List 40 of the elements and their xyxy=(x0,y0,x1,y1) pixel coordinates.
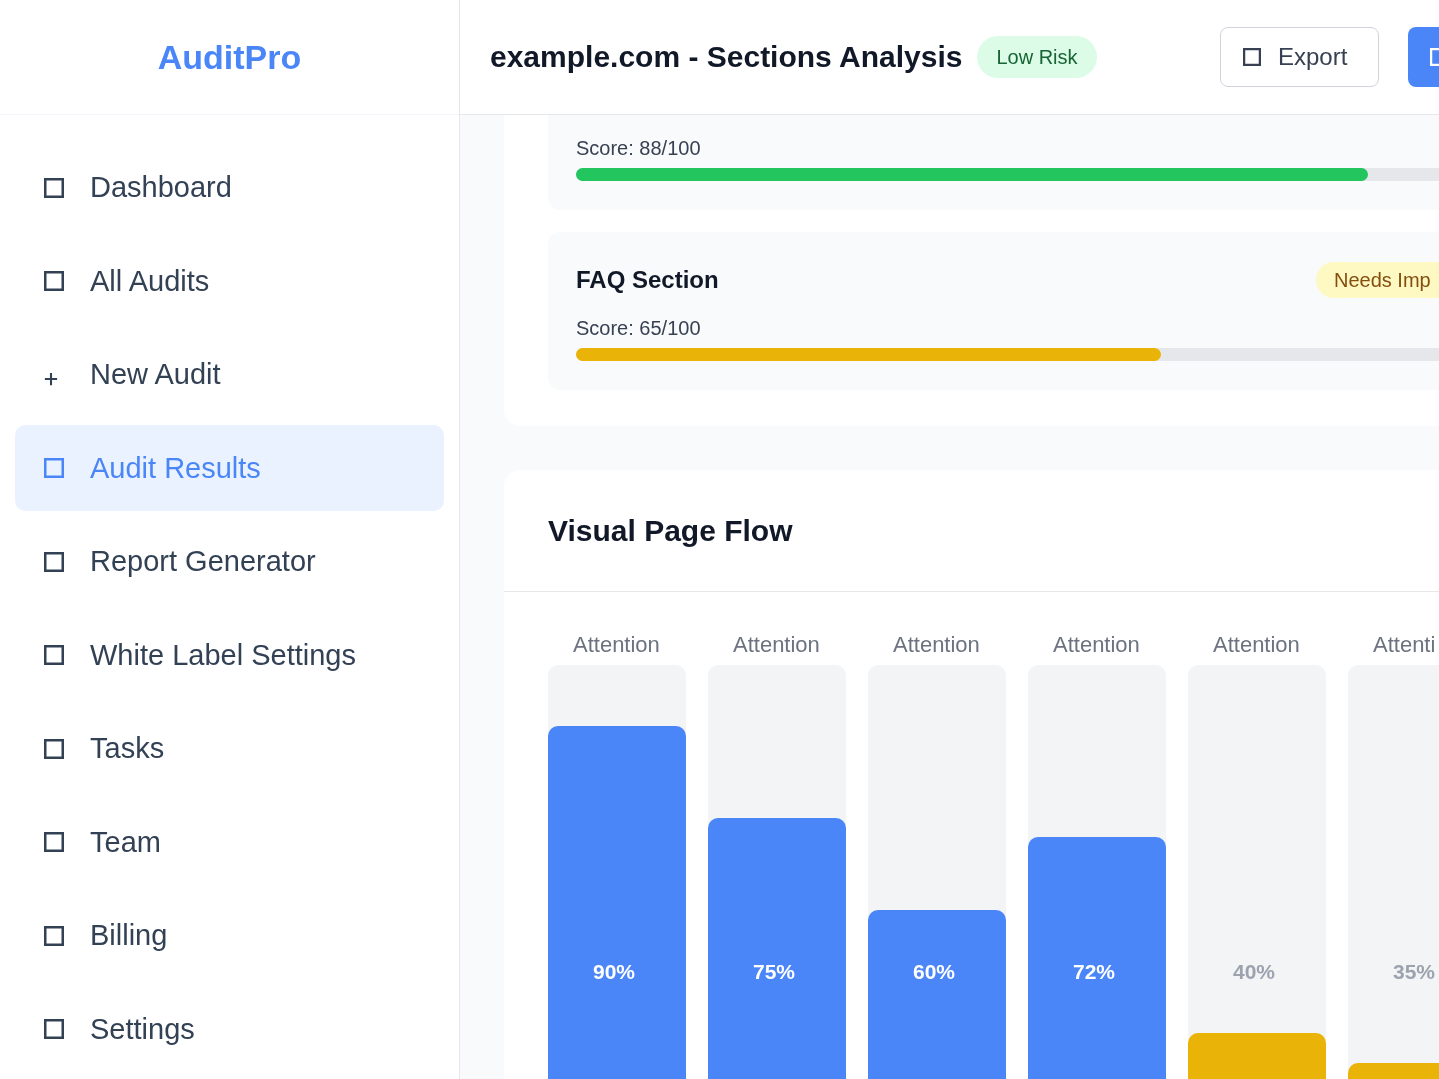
attention-value: 75% xyxy=(753,959,796,984)
square-icon xyxy=(44,551,64,572)
square-icon xyxy=(44,738,64,759)
panel-title: Visual Page Flow xyxy=(548,513,793,548)
square-icon xyxy=(44,832,64,852)
square-icon xyxy=(1243,48,1261,66)
column-label: Attention xyxy=(573,632,660,658)
risk-badge: Low Risk xyxy=(977,36,1097,78)
column-label: Attention xyxy=(893,632,980,658)
sidebar-item[interactable]: Tasks xyxy=(15,705,444,792)
column-label: Attenti xyxy=(1373,632,1436,658)
score-text: Score: 88/100 xyxy=(576,136,701,161)
square-icon xyxy=(44,1019,64,1039)
section-title: FAQ Section xyxy=(576,266,719,294)
sidebar-item[interactable]: New Audit xyxy=(15,331,444,418)
square-icon xyxy=(44,458,64,478)
outline-button[interactable]: Export xyxy=(1220,27,1379,87)
attention-value: 40% xyxy=(1233,959,1276,984)
column-label: Attention xyxy=(1053,632,1140,658)
attention-value: 90% xyxy=(593,959,636,984)
sidebar-item[interactable]: Settings xyxy=(15,986,444,1072)
sidebar-item[interactable]: Dashboard xyxy=(15,144,444,231)
square-icon xyxy=(44,925,64,946)
sidebar-item[interactable]: Report Generator xyxy=(15,518,444,605)
sidebar-item[interactable]: White Label Settings xyxy=(15,612,444,698)
column-label: Attention xyxy=(1213,632,1300,658)
attention-value: 35% xyxy=(1393,959,1436,984)
attention-value: 72% xyxy=(1073,959,1116,984)
score-text: Score: 65/100 xyxy=(576,316,701,341)
sidebar-item[interactable]: All Audits xyxy=(15,238,444,324)
square-icon xyxy=(44,271,64,291)
square-icon xyxy=(44,177,64,198)
column-label: Attention xyxy=(733,632,820,658)
plus-icon xyxy=(44,371,58,386)
attention-value: 60% xyxy=(913,959,956,984)
sidebar-item[interactable]: Billing xyxy=(15,892,444,979)
square-icon xyxy=(44,645,64,665)
sidebar-item[interactable]: Team xyxy=(15,799,444,885)
status-badge: Needs Imp xyxy=(1316,262,1439,298)
page-title: example.com - Sections Analysis xyxy=(490,40,963,74)
